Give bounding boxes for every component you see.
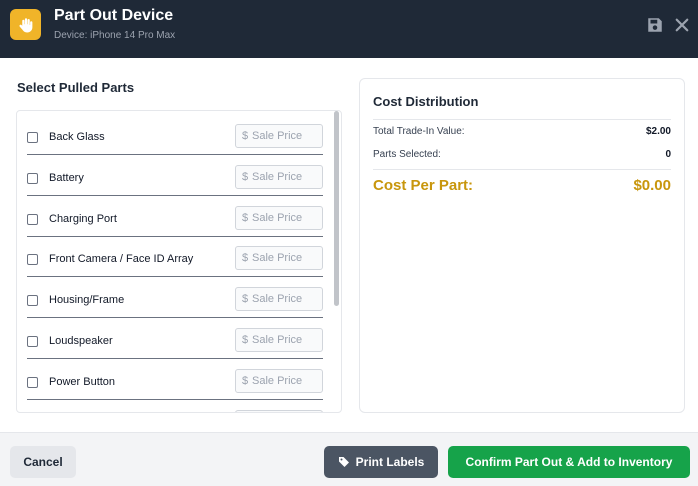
cancel-button[interactable]: Cancel [10, 446, 76, 478]
sale-price-field[interactable]: $ [235, 287, 323, 312]
trade-in-value: $2.00 [645, 126, 671, 137]
confirm-part-out-button[interactable]: Confirm Part Out & Add to Inventory [448, 446, 690, 478]
part-checkbox[interactable] [27, 132, 38, 143]
modal-header: Part Out Device Device: iPhone 14 Pro Ma… [0, 0, 698, 58]
part-row: Loudspeaker $ [17, 315, 333, 359]
sale-price-field[interactable]: $ [235, 368, 323, 393]
part-label: Back Glass [49, 131, 105, 143]
currency-symbol: $ [242, 252, 249, 265]
part-checkbox[interactable] [27, 376, 38, 388]
modal-body: Select Pulled Parts Back Glass$Battery$C… [0, 58, 698, 432]
part-label: Loudspeaker [49, 335, 113, 347]
sale-price-input[interactable] [252, 372, 320, 389]
sale-price-field[interactable]: $ [235, 124, 323, 148]
sale-price-field[interactable]: $ [235, 246, 323, 271]
parts-section-title: Select Pulled Parts [17, 80, 135, 95]
currency-symbol: $ [242, 374, 249, 387]
part-label: Power Button [49, 375, 116, 388]
cost-per-part-value: $0.00 [633, 177, 671, 194]
currency-symbol: $ [242, 130, 249, 142]
parts-selected-value: 0 [665, 149, 671, 160]
part-checkbox[interactable] [27, 254, 38, 266]
currency-symbol: $ [242, 334, 249, 346]
sale-price-input[interactable] [252, 291, 320, 308]
device-subtitle: Device: iPhone 14 Pro Max [54, 30, 176, 41]
cost-distribution-card: Cost Distribution Total Trade-In Value: … [359, 78, 685, 413]
part-label: Battery [49, 171, 84, 184]
parts-selected-label: Parts Selected: [373, 149, 441, 160]
sale-price-input[interactable] [252, 250, 320, 267]
hand-icon [10, 9, 41, 40]
parts-list-box: Back Glass$Battery$Charging Port$Front C… [16, 110, 342, 413]
part-label: Front Camera / Face ID Array [49, 253, 194, 266]
part-row: Charging Port $ [17, 193, 333, 237]
modal-footer: Cancel Print Labels Confirm Part Out & A… [0, 432, 698, 486]
sale-price-field[interactable]: $ [235, 409, 323, 412]
part-row: Housing/Frame $ [17, 274, 333, 319]
currency-symbol: $ [242, 211, 249, 224]
print-labels-label: Print Labels [355, 455, 425, 469]
cost-title: Cost Distribution [373, 94, 479, 109]
part-checkbox[interactable] [27, 295, 38, 307]
parts-scrollbar[interactable] [333, 111, 341, 412]
part-checkbox[interactable] [27, 336, 38, 347]
part-row: Power Button $ [17, 356, 333, 400]
sale-price-input[interactable] [252, 128, 320, 144]
sale-price-input[interactable] [252, 209, 320, 226]
modal-title: Part Out Device [54, 7, 174, 24]
cost-per-part-label: Cost Per Part: [373, 177, 474, 194]
part-checkbox[interactable] [27, 172, 38, 184]
close-icon[interactable] [672, 15, 692, 35]
sale-price-field[interactable]: $ [235, 164, 323, 189]
save-icon[interactable] [645, 15, 665, 35]
part-row: Front Camera / Face ID Array $ [17, 233, 333, 278]
part-row: Back Glass $ [17, 111, 333, 155]
part-label: Housing/Frame [49, 294, 125, 307]
trade-in-label: Total Trade-In Value: [373, 126, 465, 137]
sale-price-field[interactable]: $ [235, 328, 323, 352]
part-checkbox[interactable] [27, 213, 38, 225]
currency-symbol: $ [242, 293, 249, 306]
sale-price-input[interactable] [252, 332, 320, 348]
divider [373, 119, 671, 120]
sale-price-input[interactable] [252, 168, 320, 185]
part-label: Charging Port [49, 212, 117, 225]
part-row: Battery $ [17, 152, 333, 196]
currency-symbol: $ [242, 170, 249, 183]
divider [373, 169, 671, 170]
part-row: $ [17, 397, 333, 412]
scrollbar-thumb[interactable] [334, 111, 339, 306]
print-labels-button[interactable]: Print Labels [324, 446, 438, 478]
tag-icon [338, 457, 349, 467]
sale-price-field[interactable]: $ [235, 205, 323, 230]
